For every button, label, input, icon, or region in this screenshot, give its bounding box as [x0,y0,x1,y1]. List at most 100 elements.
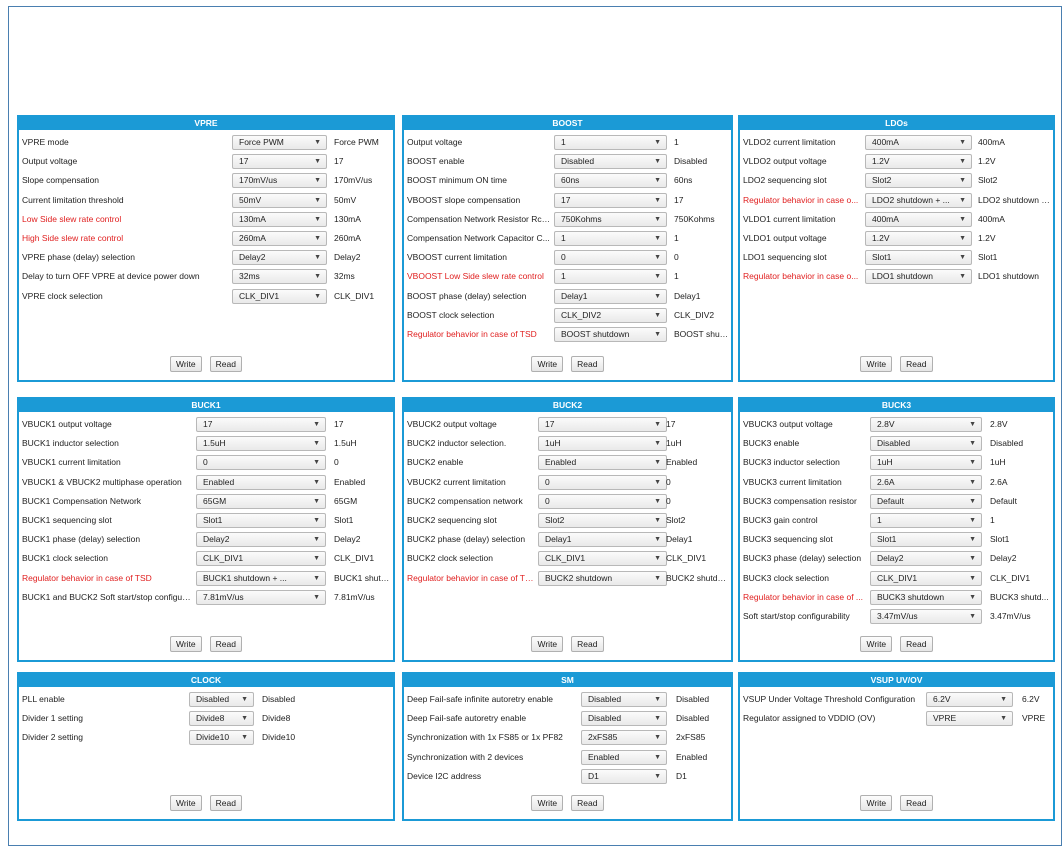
setting-dropdown[interactable]: Delay2 ▼ [870,551,982,567]
dropdown-selected-value: BUCK3 shutdown [877,591,945,602]
setting-dropdown[interactable]: 7.81mV/us ▼ [196,589,326,605]
setting-dropdown[interactable]: LDO2 shutdown + ... ▼ [865,192,972,208]
setting-dropdown[interactable]: 260mA ▼ [232,231,327,246]
write-button[interactable]: Write [531,636,564,652]
setting-dropdown[interactable]: CLK_DIV1 ▼ [538,551,667,567]
dropdown-selected-value: VPRE [933,713,957,724]
setting-dropdown[interactable]: BUCK2 shutdown ▼ [538,570,667,586]
setting-dropdown[interactable]: CLK_DIV1 ▼ [196,551,326,567]
setting-dropdown[interactable]: 1 ▼ [554,231,667,246]
setting-dropdown[interactable]: 0 ▼ [196,455,326,471]
setting-dropdown[interactable]: Delay2 ▼ [232,250,327,266]
setting-dropdown[interactable]: Delay2 ▼ [196,532,326,548]
setting-dropdown[interactable]: 0 ▼ [538,474,667,490]
setting-dropdown[interactable]: 1 ▼ [870,513,982,528]
setting-dropdown[interactable]: 32ms ▼ [232,269,327,285]
setting-dropdown[interactable]: Disabled ▼ [554,154,667,170]
setting-dropdown[interactable]: 3.47mV/us ▼ [870,609,982,624]
setting-dropdown[interactable]: CLK_DIV1 ▼ [870,570,982,586]
setting-dropdown[interactable]: BUCK1 shutdown + ... ▼ [196,570,326,586]
setting-dropdown[interactable]: 400mA ▼ [865,211,972,227]
write-button[interactable]: Write [169,795,202,811]
setting-dropdown[interactable]: 65GM ▼ [196,493,326,509]
setting-dropdown[interactable]: 1.5uH ▼ [196,436,326,452]
setting-label: Regulator assigned to VDDIO (OV) [743,713,876,724]
setting-dropdown[interactable]: 6.2V ▼ [926,692,1013,707]
write-button[interactable]: Write [169,636,202,652]
setting-dropdown[interactable]: D1 ▼ [581,768,667,784]
setting-dropdown[interactable]: Enabled ▼ [538,455,667,471]
setting-dropdown[interactable]: 17 ▼ [196,417,326,432]
setting-dropdown[interactable]: 17 ▼ [554,192,667,208]
setting-dropdown[interactable]: Slot1 ▼ [196,513,326,528]
setting-dropdown[interactable]: Delay1 ▼ [538,532,667,548]
setting-row: BUCK1 phase (delay) selection Delay2 ▼ Dela… [19,530,393,549]
setting-dropdown[interactable]: Divide8 ▼ [189,711,254,727]
write-button[interactable]: Write [860,356,893,372]
setting-dropdown[interactable]: Slot2 ▼ [538,513,667,528]
setting-dropdown[interactable]: Disabled ▼ [189,692,254,707]
setting-dropdown[interactable]: 130mA ▼ [232,211,327,227]
setting-dropdown[interactable]: Slot2 ▼ [865,173,972,189]
setting-dropdown[interactable]: 60ns ▼ [554,173,667,189]
setting-dropdown[interactable]: 50mV ▼ [232,192,327,208]
setting-dropdown[interactable]: BUCK3 shutdown ▼ [870,589,982,605]
dropdown-selected-value: Slot1 [203,515,223,525]
setting-row: BUCK1 clock selection CLK_DIV1 ▼ CLK_DIV1 [19,549,393,568]
setting-dropdown[interactable]: Disabled ▼ [870,436,982,452]
setting-dropdown[interactable]: 2.6A ▼ [870,474,982,490]
setting-dropdown[interactable]: Disabled ▼ [581,692,667,707]
setting-dropdown[interactable]: Disabled ▼ [581,711,667,727]
setting-dropdown[interactable]: 17 ▼ [538,417,667,432]
read-button[interactable]: Read [209,356,242,372]
setting-dropdown[interactable]: 0 ▼ [554,250,667,266]
write-button[interactable]: Write [169,356,202,372]
setting-dropdown[interactable]: 1uH ▼ [870,455,982,471]
setting-dropdown[interactable]: 1.2V ▼ [865,231,972,246]
setting-row: Regulator behavior in case of ... BUCK3 s… [740,588,1053,607]
write-button[interactable]: Write [531,356,564,372]
setting-dropdown[interactable]: 0 ▼ [538,493,667,509]
setting-dropdown[interactable]: Divide10 ▼ [189,730,254,746]
setting-dropdown[interactable]: Delay1 ▼ [554,288,667,304]
chevron-down-icon: ▼ [313,555,320,563]
dropdown-selected-value: 1 [877,515,882,525]
setting-dropdown[interactable]: Enabled ▼ [196,474,326,490]
setting-dropdown[interactable]: CLK_DIV2 ▼ [554,307,667,323]
dropdown-selected-value: Delay1 [545,534,572,545]
setting-dropdown[interactable]: Slot1 ▼ [870,532,982,548]
write-button[interactable]: Write [860,636,893,652]
setting-label: VPRE clock selection [22,290,103,301]
dropdown-selected-value: Disabled [588,713,622,724]
setting-dropdown[interactable]: 1.2V ▼ [865,154,972,170]
setting-dropdown[interactable]: Slot1 ▼ [865,250,972,266]
dropdown-selected-value: 2.6A [877,476,895,487]
setting-dropdown[interactable]: Force PWM ▼ [232,135,327,150]
setting-dropdown[interactable]: 1uH ▼ [538,436,667,452]
setting-dropdown[interactable]: 1 ▼ [554,269,667,285]
write-button[interactable]: Write [531,795,564,811]
write-button[interactable]: Write [860,795,893,811]
setting-dropdown[interactable]: VPRE ▼ [926,711,1013,727]
read-button[interactable]: Read [209,636,242,652]
setting-dropdown[interactable]: 400mA ▼ [865,135,972,150]
setting-dropdown[interactable]: 2.8V ▼ [870,417,982,432]
read-button[interactable]: Read [571,356,604,372]
setting-row: Compensation Network Resistor Rco... 750K… [404,210,731,229]
read-button[interactable]: Read [900,795,933,811]
setting-dropdown[interactable]: CLK_DIV1 ▼ [232,288,327,304]
read-button[interactable]: Read [209,795,242,811]
read-button[interactable]: Read [571,636,604,652]
setting-dropdown[interactable]: 1 ▼ [554,135,667,150]
read-button[interactable]: Read [900,356,933,372]
setting-dropdown[interactable]: Default ▼ [870,493,982,509]
setting-dropdown[interactable]: 750Kohms ▼ [554,211,667,227]
setting-dropdown[interactable]: LDO1 shutdown ▼ [865,269,972,285]
setting-dropdown[interactable]: BOOST shutdown ▼ [554,327,667,342]
setting-dropdown[interactable]: Enabled ▼ [581,749,667,765]
setting-dropdown[interactable]: 2xFS85 ▼ [581,730,667,746]
read-button[interactable]: Read [900,636,933,652]
read-button[interactable]: Read [571,795,604,811]
setting-dropdown[interactable]: 17 ▼ [232,154,327,170]
setting-dropdown[interactable]: 170mV/us ▼ [232,173,327,189]
